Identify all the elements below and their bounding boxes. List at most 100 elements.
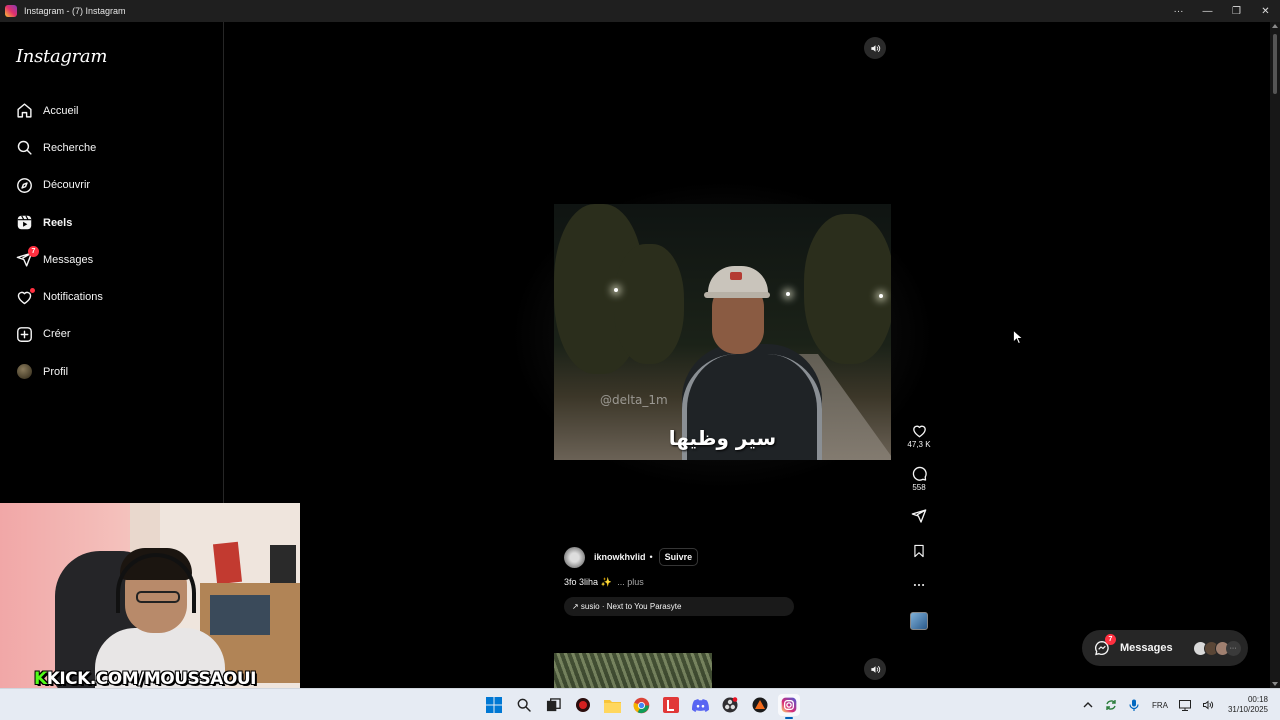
task-view-button[interactable]	[542, 694, 564, 716]
taskbar-chrome[interactable]	[631, 694, 653, 716]
author-username[interactable]: iknowkhvlid	[594, 552, 646, 562]
video-watermark: @delta_1m	[600, 393, 668, 407]
taskbar-instagram[interactable]	[778, 694, 800, 719]
sidebar-item-label: Reels	[43, 216, 73, 229]
more-options-action[interactable]	[904, 578, 934, 592]
mouse-cursor-icon	[1013, 330, 1022, 344]
microphone-icon[interactable]	[1127, 698, 1141, 712]
sidebar-item-creer[interactable]: Créer	[0, 316, 223, 353]
windows-logo-icon	[486, 697, 502, 713]
video-subtitle: سير وظيها	[668, 426, 777, 450]
video-lamp	[614, 288, 618, 292]
sidebar-item-label: Messages	[43, 253, 94, 266]
taskbar-file-explorer[interactable]	[601, 694, 623, 716]
window-titlebar: Instagram - (7) Instagram ··· — ❐ ✕	[0, 0, 1280, 22]
webcam-object	[212, 541, 243, 585]
webcam-shelf	[210, 595, 270, 635]
messages-avatars: ···	[1192, 640, 1241, 656]
messages-badge: 7	[1105, 634, 1116, 645]
window-restore-button[interactable]: ❐	[1222, 0, 1251, 22]
page-scrollbar[interactable]	[1270, 22, 1280, 688]
bookmark-icon	[914, 544, 924, 558]
messages-badge: 7	[28, 246, 39, 258]
reel-caption: 3fo 3liha ✨ ... plus	[564, 577, 804, 588]
window-more-button[interactable]: ···	[1164, 0, 1193, 22]
instagram-icon	[781, 697, 797, 713]
app-l-icon	[663, 697, 679, 713]
sidebar-item-recherche[interactable]: Recherche	[0, 129, 223, 166]
save-action[interactable]	[904, 543, 934, 559]
speaker-icon	[870, 665, 880, 673]
sidebar-item-label: Découvrir	[43, 179, 91, 192]
sidebar-item-accueil[interactable]: Accueil	[0, 92, 223, 129]
app-orange-icon	[752, 697, 767, 713]
reel-video[interactable]: @delta_1m سير وظيها	[554, 204, 891, 460]
more-icon	[913, 583, 925, 587]
sidebar-item-label: Recherche	[43, 141, 97, 154]
scroll-thumb[interactable]	[1273, 34, 1277, 94]
notification-dot	[30, 287, 35, 293]
reel-info: iknowkhvlid • Suivre 3fo 3liha ✨ ... plu…	[564, 546, 804, 616]
video-tree	[804, 214, 891, 364]
heart-icon	[16, 287, 35, 306]
audio-link[interactable]: ↗ susio · Next to You Parasyte	[564, 597, 794, 616]
scroll-down-arrow[interactable]	[1272, 682, 1278, 686]
clock-time: 00:18	[1247, 695, 1268, 704]
system-tray: FRA 00:18 31/10/2025	[1077, 689, 1280, 720]
kick-logo-letter: K	[34, 669, 47, 688]
window-minimize-button[interactable]: —	[1193, 0, 1222, 22]
next-reel-image	[554, 653, 712, 688]
display-icon[interactable]	[1178, 698, 1192, 712]
sidebar-item-label: Accueil	[43, 104, 79, 117]
instagram-logo[interactable]: Instagram	[16, 46, 107, 67]
language-indicator[interactable]: FRA	[1152, 701, 1168, 710]
taskbar-apps	[483, 694, 808, 719]
instagram-app-icon	[5, 5, 17, 17]
follow-button[interactable]: Suivre	[658, 548, 699, 566]
plus-square-icon	[16, 326, 33, 343]
messenger-icon: 7	[16, 246, 39, 268]
caption-more-link[interactable]: ... plus	[617, 577, 644, 587]
taskbar-obs[interactable]	[719, 694, 741, 716]
sidebar-item-decouvrir[interactable]: Découvrir	[0, 167, 223, 204]
more-avatars: ···	[1225, 640, 1241, 656]
sidebar-item-profil[interactable]: Profil	[0, 353, 223, 390]
windows-start-button[interactable]	[483, 694, 505, 716]
share-action[interactable]	[904, 508, 934, 524]
window-title: Instagram - (7) Instagram	[24, 6, 126, 16]
next-reel-mute-button[interactable]	[864, 658, 886, 680]
scroll-up-arrow[interactable]	[1272, 24, 1278, 28]
taskbar-app[interactable]	[749, 694, 771, 716]
messages-floating-button[interactable]: 7 Messages ···	[1082, 630, 1248, 666]
volume-icon[interactable]	[1201, 698, 1215, 712]
mute-button[interactable]	[864, 37, 886, 59]
taskbar-discord[interactable]	[690, 694, 712, 716]
sidebar-item-label: Notifications	[43, 291, 103, 304]
sidebar-item-reels[interactable]: Reels	[0, 204, 223, 241]
glasses	[136, 591, 180, 603]
next-reel-preview[interactable]	[554, 653, 712, 688]
like-count: 47,3 K	[907, 440, 931, 449]
audio-thumbnail[interactable]	[910, 612, 928, 630]
video-person-cap	[704, 292, 770, 298]
messages-label: Messages	[1120, 642, 1173, 654]
sidebar-item-messages[interactable]: 7 Messages	[0, 241, 223, 278]
discord-icon	[692, 698, 709, 712]
taskbar-app[interactable]	[572, 694, 594, 716]
chrome-icon	[633, 697, 650, 713]
obs-icon	[722, 697, 738, 713]
like-action[interactable]: 47,3 K	[904, 423, 934, 449]
window-close-button[interactable]: ✕	[1251, 0, 1280, 22]
search-icon	[517, 698, 531, 712]
video-lamp	[786, 292, 790, 296]
taskbar-app[interactable]	[660, 694, 682, 716]
avatar[interactable]	[564, 546, 585, 568]
chevron-up-icon[interactable]	[1081, 698, 1095, 712]
sidebar-item-notifications[interactable]: Notifications	[0, 278, 223, 315]
comment-action[interactable]: 558	[904, 466, 934, 492]
sync-icon[interactable]	[1104, 698, 1118, 712]
taskbar-search-button[interactable]	[513, 694, 535, 716]
share-icon	[911, 509, 927, 523]
taskbar-clock[interactable]: 00:18 31/10/2025	[1228, 695, 1268, 715]
windows-taskbar: FRA 00:18 31/10/2025	[0, 688, 1280, 720]
